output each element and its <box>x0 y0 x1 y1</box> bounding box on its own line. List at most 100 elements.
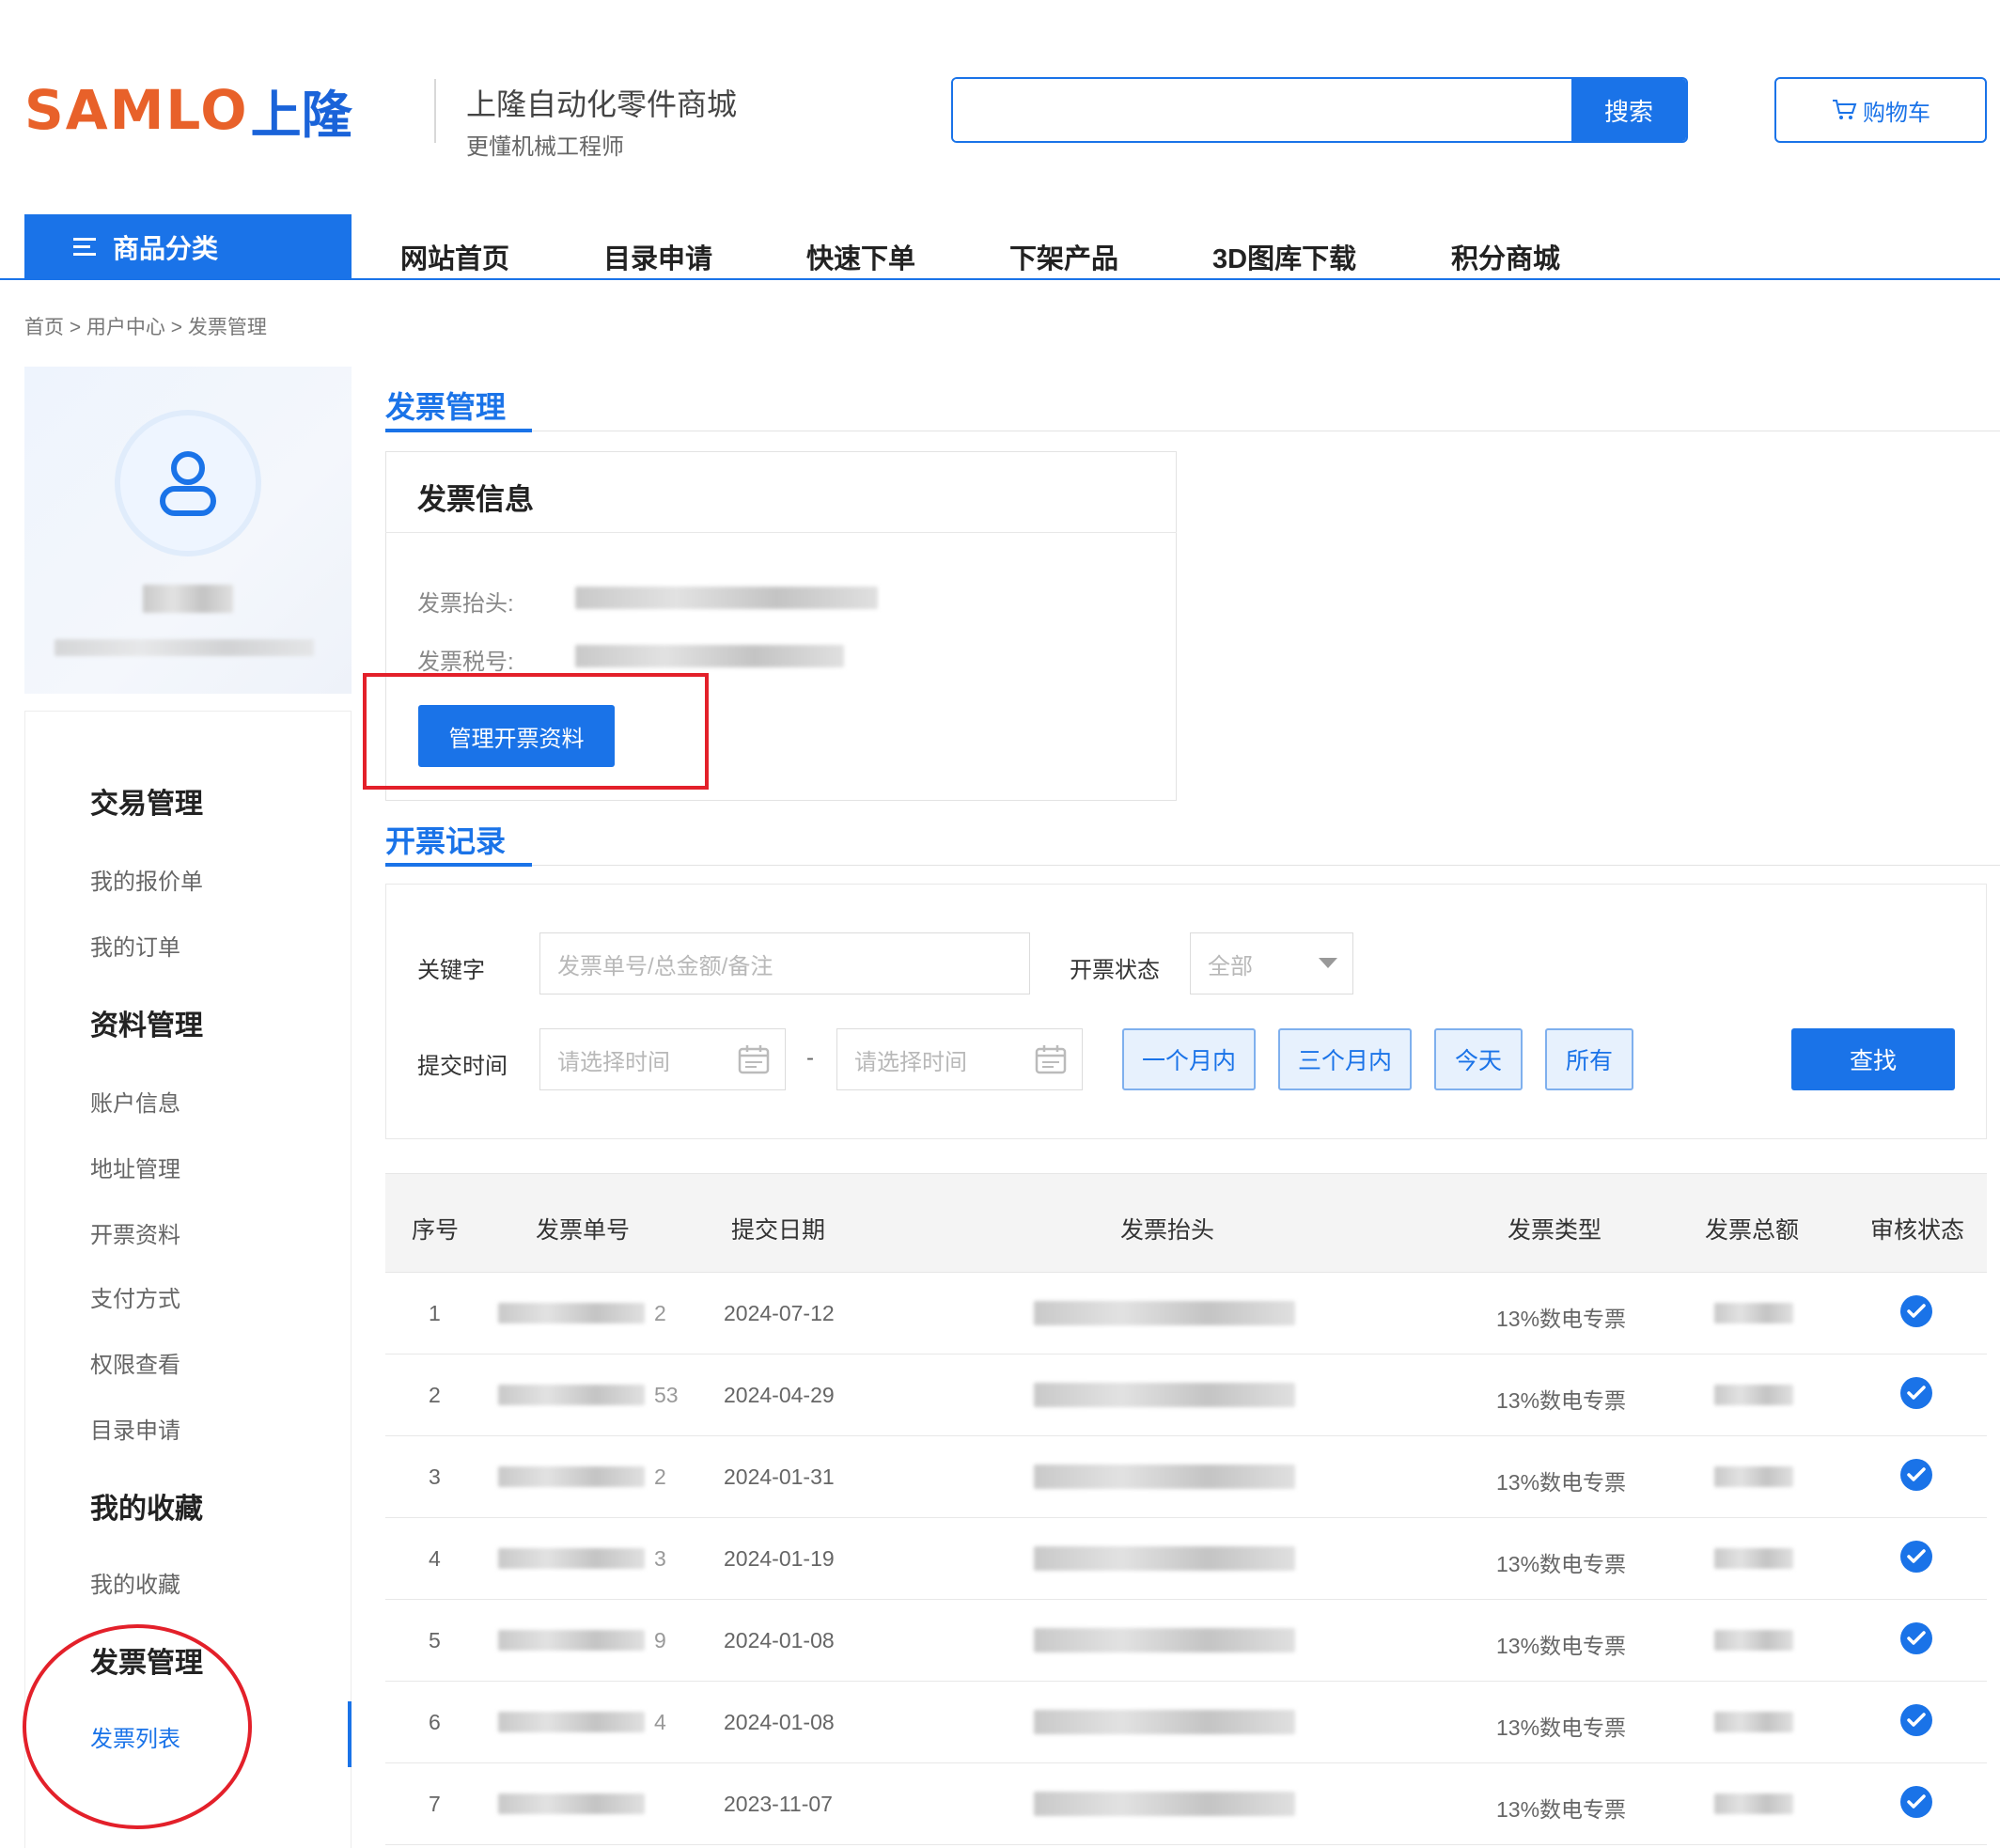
nav-catalog-request[interactable]: 目录申请 <box>603 237 712 276</box>
keyword-input[interactable]: 发票单号/总金额/备注 <box>539 932 1030 994</box>
cart-button[interactable]: 购物车 <box>1774 77 1987 143</box>
end-date-placeholder: 请选择时间 <box>854 1049 967 1075</box>
check-circle-icon <box>1900 1622 1932 1654</box>
username-redacted <box>143 585 233 613</box>
nav-discontinued[interactable]: 下架产品 <box>1009 237 1118 276</box>
sidebar-item-billing-info[interactable]: 开票资料 <box>90 1216 180 1249</box>
filter-three-months-button[interactable]: 三个月内 <box>1278 1028 1412 1090</box>
site-logo[interactable]: SAMLO 上隆 <box>24 78 419 145</box>
table-row[interactable]: 7 2023-11-07 13%数电专票 <box>385 1763 1987 1845</box>
table-row[interactable]: 4 3 2024-01-19 13%数电专票 <box>385 1518 1987 1600</box>
cell-date: 2024-07-12 <box>724 1301 835 1325</box>
sidebar-item-quotes[interactable]: 我的报价单 <box>90 863 203 896</box>
calendar-icon <box>1035 1045 1067 1074</box>
start-date-placeholder: 请选择时间 <box>557 1049 670 1075</box>
cell-date: 2024-01-08 <box>724 1628 835 1652</box>
cell-type: 13%数电专票 <box>1496 1634 1627 1658</box>
cell-amount-redacted <box>1714 1303 1793 1323</box>
cell-type: 13%数电专票 <box>1496 1552 1627 1576</box>
user-detail-redacted <box>55 639 314 656</box>
annotation-circle <box>23 1624 252 1829</box>
column-header-amount: 发票总额 <box>1705 1217 1800 1244</box>
header-divider <box>434 79 436 143</box>
start-date-input[interactable]: 请选择时间 <box>539 1028 786 1090</box>
filter-all-button[interactable]: 所有 <box>1545 1028 1633 1090</box>
cell-index: 5 <box>429 1628 441 1652</box>
sidebar-item-orders[interactable]: 我的订单 <box>90 929 180 962</box>
logo-chinese-text: 上隆 <box>250 85 352 145</box>
submit-time-label: 提交时间 <box>417 1054 508 1079</box>
cart-icon <box>1833 100 1857 119</box>
avatar[interactable] <box>115 410 261 556</box>
table-row[interactable]: 6 4 2024-01-08 13%数电专票 <box>385 1682 1987 1763</box>
sidebar-item-permissions[interactable]: 权限查看 <box>90 1346 180 1379</box>
filter-one-month-button[interactable]: 一个月内 <box>1122 1028 1256 1090</box>
check-circle-icon <box>1900 1459 1932 1491</box>
cell-invoice-no-tail: 2 <box>654 1464 666 1489</box>
column-header-date: 提交日期 <box>731 1217 826 1244</box>
table-row[interactable]: 3 2 2024-01-31 13%数电专票 <box>385 1436 1987 1518</box>
breadcrumb: 首页 > 用户中心 > 发票管理 <box>24 317 267 338</box>
cell-type: 13%数电专票 <box>1496 1797 1627 1822</box>
cell-invoice-no-redacted <box>498 1630 645 1651</box>
nav-points-mall[interactable]: 积分商城 <box>1451 237 1560 276</box>
annotation-rectangle <box>363 673 709 790</box>
cart-label: 购物车 <box>1863 100 1930 126</box>
section-title-invoice-management: 发票管理 <box>385 390 507 424</box>
category-menu-button[interactable]: 商品分类 <box>24 214 352 280</box>
search-button[interactable]: 搜索 <box>1571 79 1686 141</box>
cell-type: 13%数电专票 <box>1496 1470 1627 1495</box>
check-circle-icon <box>1900 1541 1932 1573</box>
cell-amount-redacted <box>1714 1712 1793 1732</box>
cell-date: 2024-01-19 <box>724 1546 835 1571</box>
logo-latin-text: SAMLO <box>24 78 249 142</box>
check-circle-icon <box>1900 1295 1932 1327</box>
sidebar-item-address[interactable]: 地址管理 <box>90 1151 180 1183</box>
column-header-index: 序号 <box>412 1217 460 1244</box>
column-header-invoice-no: 发票单号 <box>536 1217 631 1244</box>
cell-title-redacted <box>1034 1383 1295 1407</box>
status-value: 全部 <box>1208 953 1253 979</box>
sidebar-item-favorites[interactable]: 我的收藏 <box>90 1566 180 1599</box>
cell-date: 2024-01-08 <box>724 1710 835 1734</box>
status-select[interactable]: 全部 <box>1190 932 1353 994</box>
table-row[interactable]: 5 9 2024-01-08 13%数电专票 <box>385 1600 1987 1682</box>
cell-type: 13%数电专票 <box>1496 1715 1627 1740</box>
cell-index: 7 <box>429 1792 441 1816</box>
cell-date: 2024-01-31 <box>724 1464 835 1489</box>
sidebar-item-account[interactable]: 账户信息 <box>90 1085 180 1118</box>
menu-group-favorites: 我的收藏 <box>90 1494 203 1525</box>
invoice-header-label: 发票抬头: <box>417 591 514 617</box>
filter-today-button[interactable]: 今天 <box>1434 1028 1523 1090</box>
nav-home[interactable]: 网站首页 <box>400 237 509 276</box>
calendar-icon <box>738 1045 770 1074</box>
cell-index: 6 <box>429 1710 441 1734</box>
menu-group-transactions: 交易管理 <box>90 789 203 820</box>
cell-invoice-no-redacted <box>498 1466 645 1487</box>
search-input[interactable] <box>953 79 1571 141</box>
filter-panel <box>385 884 1987 1139</box>
sidebar-item-payment[interactable]: 支付方式 <box>90 1280 180 1313</box>
cell-title-redacted <box>1034 1546 1295 1571</box>
active-indicator <box>348 1701 352 1767</box>
nav-quick-order[interactable]: 快速下单 <box>806 237 915 276</box>
cell-index: 2 <box>429 1383 441 1407</box>
cell-invoice-no-redacted <box>498 1712 645 1732</box>
status-label: 开票状态 <box>1070 958 1160 983</box>
sidebar-item-catalog-request[interactable]: 目录申请 <box>90 1412 180 1445</box>
end-date-input[interactable]: 请选择时间 <box>836 1028 1083 1090</box>
invoice-header-value-redacted <box>575 587 878 609</box>
find-button[interactable]: 查找 <box>1791 1028 1955 1090</box>
keyword-label: 关键字 <box>417 958 485 983</box>
column-header-title: 发票抬头 <box>1120 1217 1215 1244</box>
section-title-invoice-records: 开票记录 <box>385 824 507 858</box>
cell-type: 13%数电专票 <box>1496 1388 1627 1413</box>
table-row[interactable]: 2 53 2024-04-29 13%数电专票 <box>385 1355 1987 1436</box>
table-row[interactable]: 1 2 2024-07-12 13%数电专票 <box>385 1273 1987 1355</box>
keyword-placeholder: 发票单号/总金额/备注 <box>557 953 773 979</box>
cell-invoice-no-tail: 2 <box>654 1301 666 1325</box>
cell-title-redacted <box>1034 1464 1295 1489</box>
date-separator: - <box>806 1045 814 1071</box>
cell-index: 1 <box>429 1301 441 1325</box>
nav-3d-download[interactable]: 3D图库下载 <box>1212 237 1356 276</box>
